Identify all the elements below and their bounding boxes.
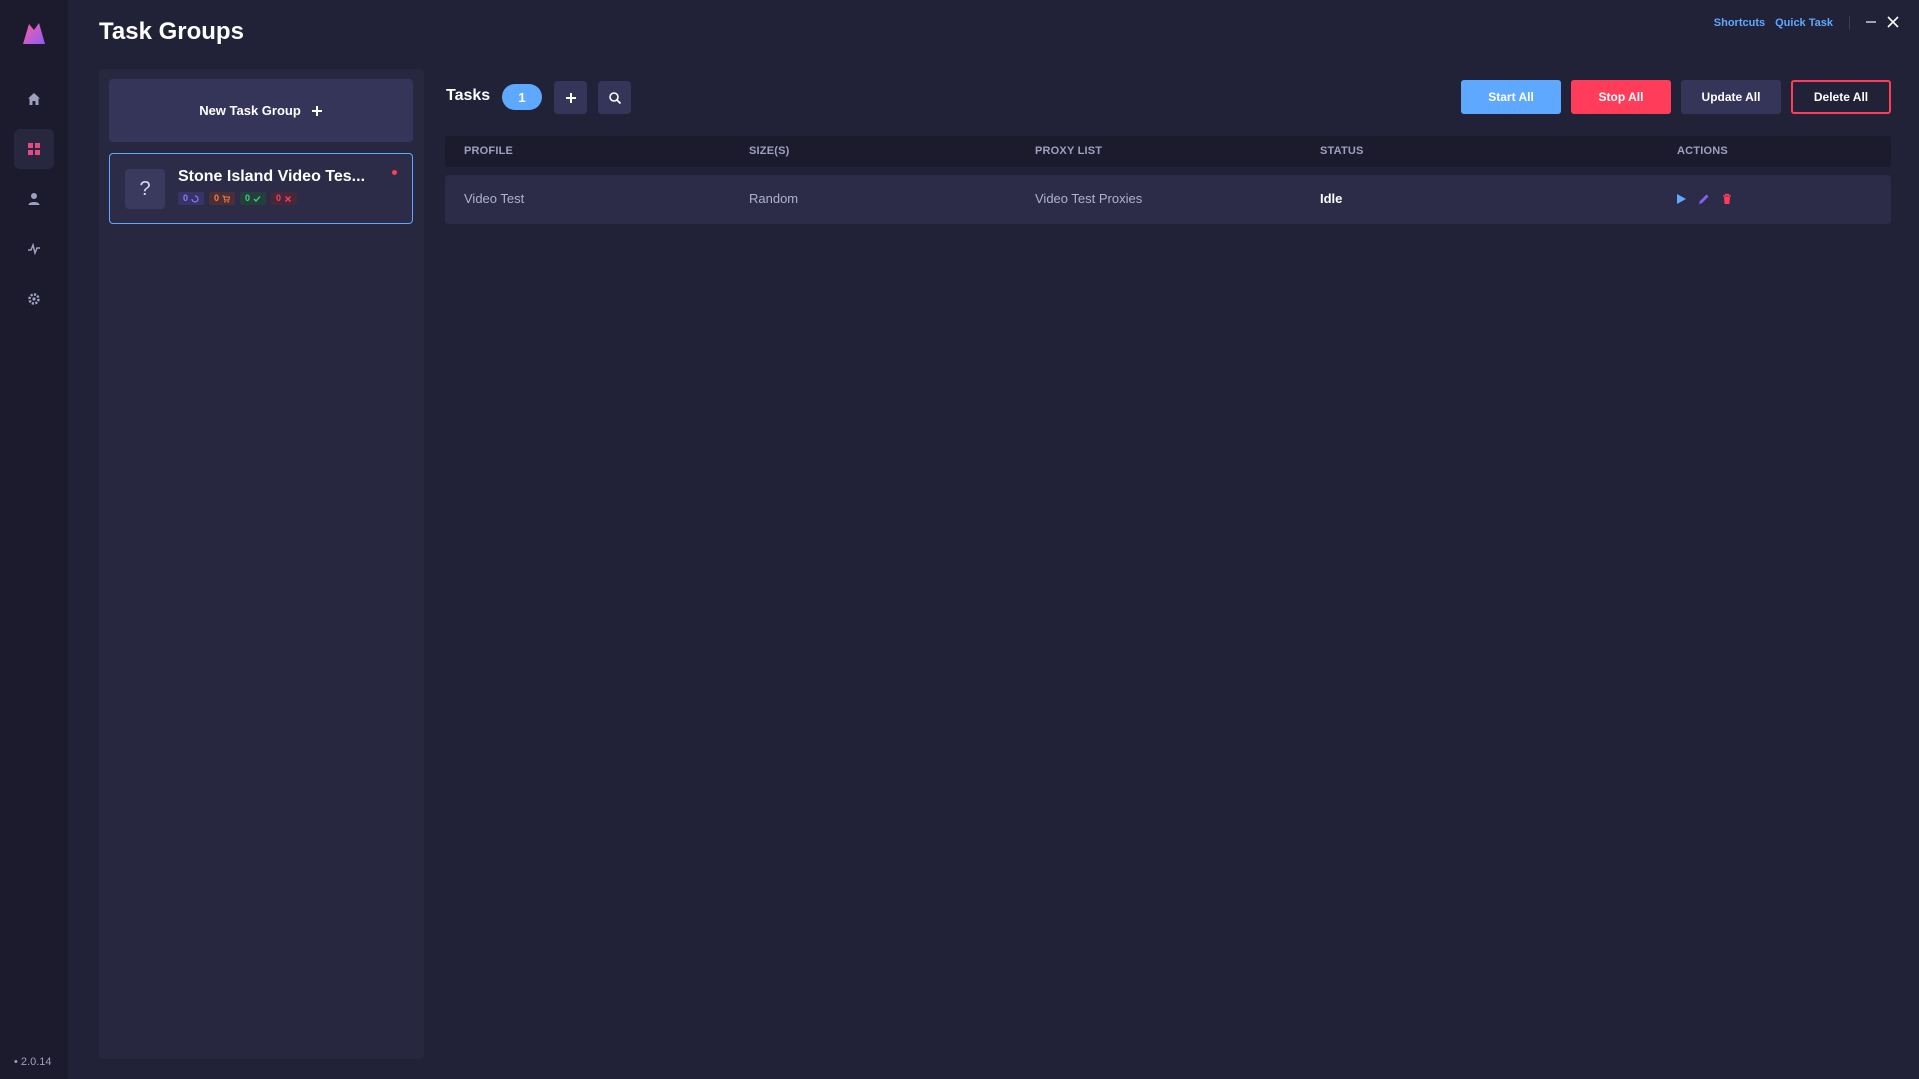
group-avatar: ? bbox=[125, 169, 165, 209]
grid-icon bbox=[28, 143, 40, 155]
search-tasks-button[interactable] bbox=[598, 81, 631, 114]
version-label: • 2.0.14 bbox=[14, 1056, 52, 1068]
cell-sizes: Random bbox=[749, 191, 799, 206]
close-button[interactable] bbox=[1884, 12, 1902, 32]
column-header-sizes: SIZE(S) bbox=[749, 145, 790, 157]
sidebar-item-settings[interactable] bbox=[14, 279, 54, 319]
activity-icon bbox=[28, 242, 40, 256]
quick-task-link[interactable]: Quick Task bbox=[1775, 17, 1833, 29]
plus-icon bbox=[311, 105, 322, 116]
tasks-count-badge: 1 bbox=[502, 84, 542, 110]
check-icon bbox=[253, 195, 261, 202]
pencil-icon bbox=[1699, 194, 1709, 204]
logo-icon bbox=[23, 23, 45, 44]
sidebar-item-task-groups[interactable] bbox=[14, 129, 54, 169]
shortcuts-link[interactable]: Shortcuts bbox=[1714, 17, 1765, 29]
spinner-icon bbox=[191, 194, 199, 203]
task-groups-panel: New Task Group ? Stone Island Video Tes.… bbox=[99, 69, 424, 1059]
minimize-button[interactable] bbox=[1862, 12, 1880, 32]
table-row: Video Test Random Video Test Proxies Idl… bbox=[445, 175, 1891, 224]
tasks-table-header: PROFILE SIZE(S) PROXY LIST STATUS ACTION… bbox=[445, 136, 1891, 167]
column-header-proxy-list: PROXY LIST bbox=[1035, 145, 1103, 157]
tasks-title: Tasks bbox=[446, 87, 491, 104]
cell-profile: Video Test bbox=[464, 191, 525, 206]
sidebar-item-analytics[interactable] bbox=[14, 229, 54, 269]
failed-badge: 0 bbox=[271, 192, 298, 205]
delete-all-button[interactable]: Delete All bbox=[1791, 80, 1891, 114]
top-divider bbox=[1849, 16, 1850, 30]
running-badge: 0 bbox=[178, 192, 205, 205]
new-task-group-label: New Task Group bbox=[199, 103, 301, 118]
group-badges: 0 0 0 0 bbox=[178, 192, 298, 205]
add-task-button[interactable] bbox=[554, 81, 587, 114]
page-title: Task Groups bbox=[99, 18, 244, 45]
carted-badge: 0 bbox=[209, 192, 236, 205]
column-header-profile: PROFILE bbox=[464, 145, 514, 157]
cell-proxy-list: Video Test Proxies bbox=[1035, 191, 1143, 206]
sidebar-item-profiles[interactable] bbox=[14, 179, 54, 219]
close-icon bbox=[1887, 16, 1899, 28]
trash-icon bbox=[1723, 193, 1731, 204]
user-icon bbox=[28, 193, 40, 205]
edit-task-button[interactable] bbox=[1696, 191, 1712, 207]
column-header-actions: ACTIONS bbox=[1677, 145, 1728, 157]
sidebar-item-home[interactable] bbox=[14, 79, 54, 119]
stop-all-button[interactable]: Stop All bbox=[1571, 80, 1671, 114]
group-status-dot bbox=[392, 170, 397, 175]
app-window: • 2.0.14 Task Groups Shortcuts Quick Tas… bbox=[0, 0, 1919, 1079]
plus-icon bbox=[565, 92, 576, 103]
minimize-icon bbox=[1866, 21, 1876, 23]
group-name: Stone Island Video Tes... bbox=[178, 168, 366, 185]
success-badge: 0 bbox=[240, 192, 267, 205]
start-all-button[interactable]: Start All bbox=[1461, 80, 1561, 114]
top-links: Shortcuts Quick Task bbox=[1714, 17, 1833, 29]
x-icon bbox=[285, 195, 292, 202]
search-icon bbox=[608, 91, 621, 104]
sidebar: • 2.0.14 bbox=[0, 0, 68, 1079]
new-task-group-button[interactable]: New Task Group bbox=[109, 79, 413, 142]
task-group-card[interactable]: ? Stone Island Video Tes... 0 0 0 0 bbox=[109, 153, 413, 224]
delete-task-button[interactable] bbox=[1719, 191, 1735, 207]
update-all-button[interactable]: Update All bbox=[1681, 80, 1781, 114]
gear-icon bbox=[28, 293, 40, 305]
start-task-button[interactable] bbox=[1673, 191, 1689, 207]
play-icon bbox=[1677, 194, 1686, 204]
column-header-status: STATUS bbox=[1320, 145, 1364, 157]
cart-icon bbox=[222, 195, 231, 203]
cell-status: Idle bbox=[1320, 191, 1343, 206]
home-icon bbox=[28, 93, 40, 105]
